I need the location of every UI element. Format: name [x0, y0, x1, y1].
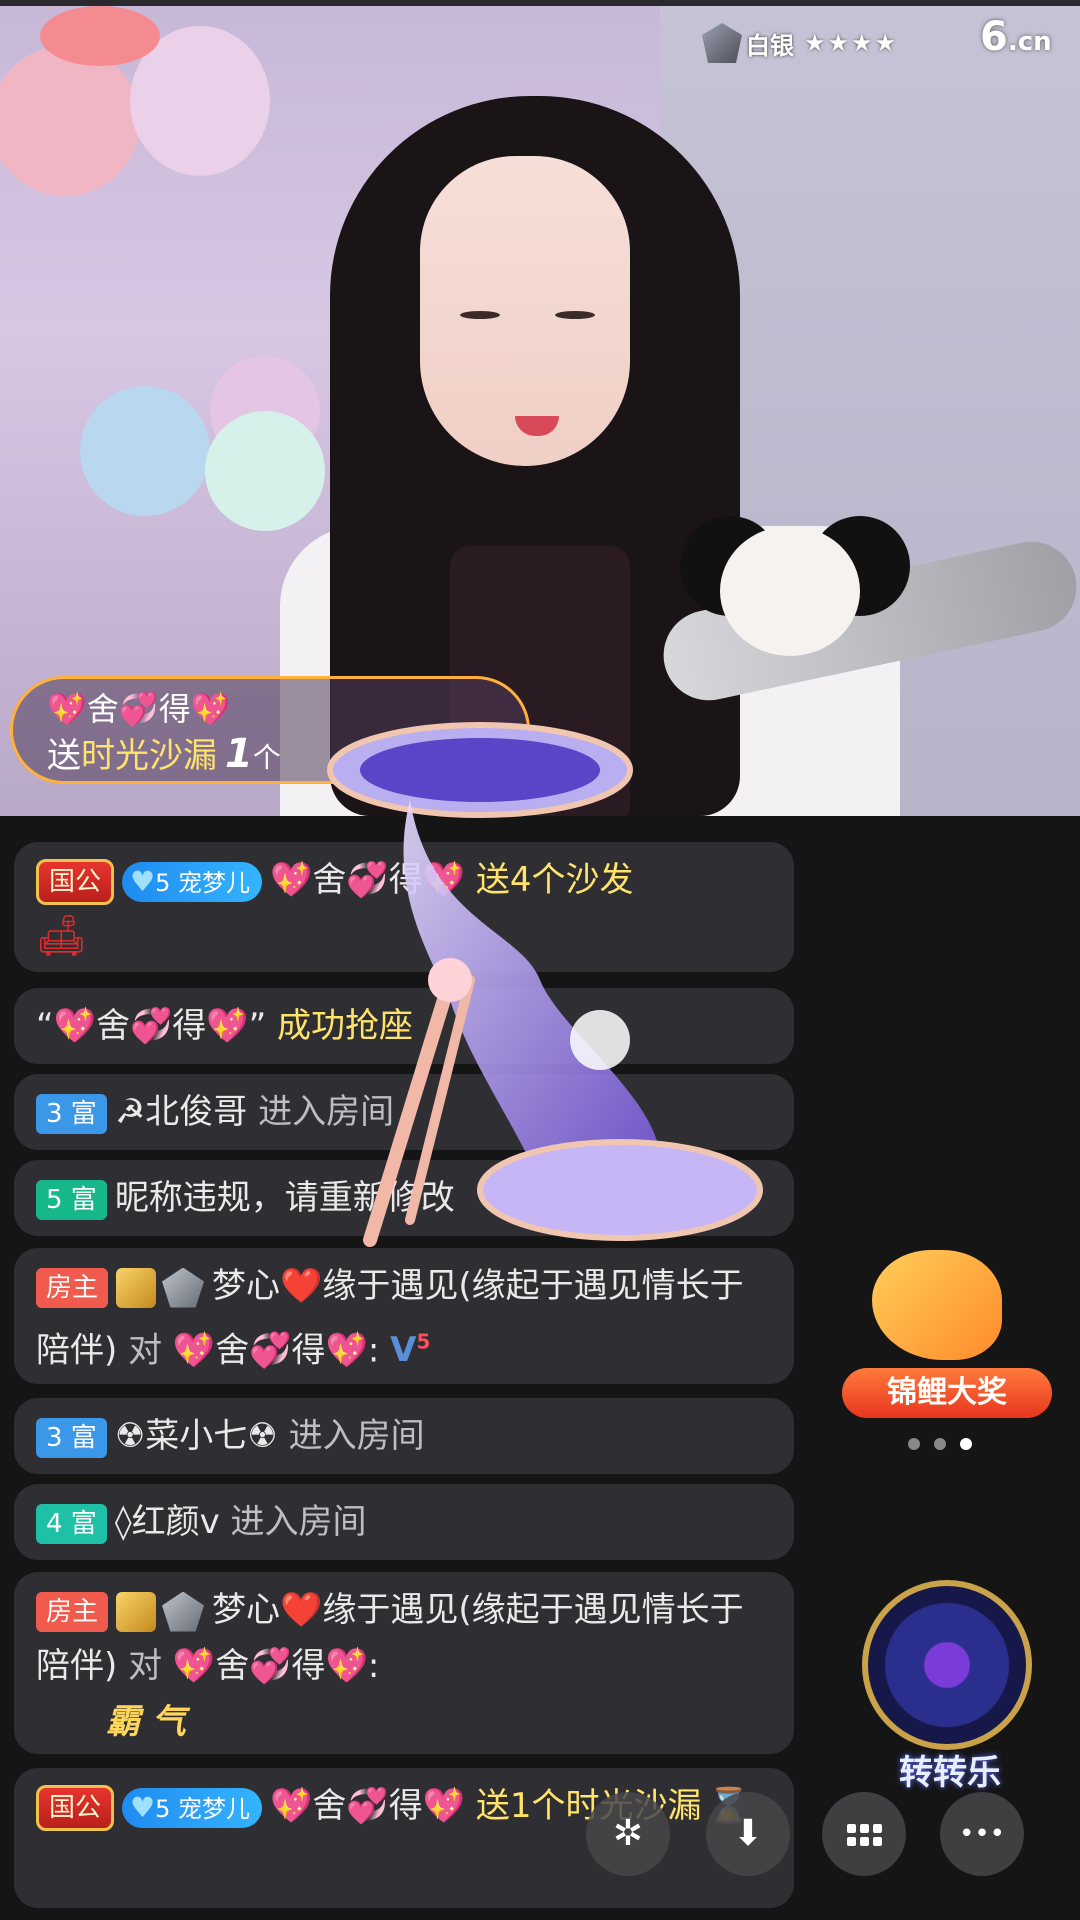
wealth-badge: 3 富 — [36, 1093, 107, 1134]
pager-dot — [934, 1438, 946, 1450]
download-icon: ⬇ — [732, 1813, 764, 1854]
chat-user[interactable]: 💖舍💞得💖 — [270, 860, 465, 900]
balloon — [205, 411, 325, 531]
site-logo: 6.cn — [980, 14, 1052, 60]
balloon — [0, 46, 140, 196]
more-icon: ••• — [958, 1819, 1005, 1849]
chat-sub-text: 霸 气 — [106, 1702, 186, 1742]
chat-text: 进入房间 — [258, 1092, 395, 1132]
host-badge: 房主 — [36, 1591, 109, 1632]
eye — [460, 311, 500, 319]
fan-level: 5 — [155, 868, 171, 897]
wealth-badge: 5 富 — [36, 1179, 107, 1220]
gift-action: 送 — [47, 736, 81, 776]
share-icon: ✲ — [612, 1813, 644, 1854]
rank-indicator[interactable]: 白银 ★★★★ — [702, 22, 898, 64]
gift-unit: 个 — [252, 741, 281, 774]
gift-line: 送时光沙漏 1个 — [47, 731, 493, 781]
noble-badge: 国公 — [36, 1784, 115, 1831]
balloon — [80, 386, 210, 516]
fan-name: 宠梦儿 — [178, 1794, 251, 1823]
share-button[interactable]: ✲ — [586, 1792, 670, 1876]
sofa-icon: 🛋 — [36, 913, 87, 959]
promo-pager — [908, 1438, 972, 1450]
chat-message: 国公 ♥5 宠梦儿 💖舍💞得💖 送4个沙发 🛋 — [14, 842, 794, 972]
chat-message: 5 富昵称违规，请重新修改 — [14, 1160, 794, 1236]
chat-user[interactable]: ☭北俊哥 — [115, 1092, 247, 1132]
pager-dot — [908, 1438, 920, 1450]
download-button[interactable]: ⬇ — [706, 1792, 790, 1876]
chat-text: 进入房间 — [230, 1502, 367, 1542]
eye — [555, 311, 595, 319]
chat-message: 4 富 ◊红颜v 进入房间 — [14, 1484, 794, 1560]
chat-message: 房主 梦心❤️缘于遇见(缘起于遇见情长于陪伴) 对 💖舍💞得💖: V5 — [14, 1248, 794, 1384]
chat-target[interactable]: 💖舍💞得💖: — [173, 1646, 379, 1686]
silver-rank-icon — [162, 1591, 205, 1632]
heart-icon: ♥ — [130, 864, 156, 898]
koi-prize-promo[interactable]: 锦鲤大奖 — [842, 1250, 1052, 1420]
silver-rank-icon — [162, 1267, 205, 1308]
chat-message: 国公♥5 宠梦儿💖舍💞得💖 送1个时光沙漏⌛ — [14, 1768, 794, 1908]
chat-target[interactable]: 💖舍💞得💖: — [173, 1330, 379, 1370]
chat-message: 3 富 ☭北俊哥 进入房间 — [14, 1074, 794, 1150]
chat-message: 3 富 ☢菜小七☢ 进入房间 — [14, 1398, 794, 1474]
heart-icon: ♥ — [130, 1790, 156, 1824]
wealth-badge: 3 富 — [36, 1417, 107, 1458]
chat-to: 对 — [128, 1646, 163, 1686]
gift-sender: 💖舍💞得💖 — [47, 690, 231, 728]
chat-message: 房主 梦心❤️缘于遇见(缘起于遇见情长于陪伴) 对 💖舍💞得💖: 霸 气 — [14, 1572, 794, 1754]
logo-main: 6 — [980, 14, 1008, 60]
chat-to: 对 — [128, 1330, 163, 1371]
logo-sub: .cn — [1007, 27, 1052, 57]
chat-user[interactable]: ☢菜小七☢ — [115, 1416, 278, 1456]
chat-text: 送4个沙发 — [475, 860, 634, 900]
vip-level: 5 — [416, 1330, 431, 1354]
gift-name: 时光沙漏 — [81, 736, 217, 776]
koi-fish-icon — [872, 1250, 1002, 1360]
rank-label: 白银 — [746, 31, 794, 60]
koi-label: 锦鲤大奖 — [842, 1368, 1052, 1418]
more-button[interactable]: ••• — [940, 1792, 1024, 1876]
noble-badge: 国公 — [36, 858, 115, 905]
apps-button[interactable] — [822, 1792, 906, 1876]
fan-level: 5 — [155, 1794, 171, 1823]
gift-count: 1 — [225, 731, 253, 777]
silver-rank-icon — [702, 23, 742, 63]
gift-banner: 💖舍💞得💖 送时光沙漏 1个 — [10, 676, 530, 784]
chat-text: 成功抢座 — [277, 1006, 414, 1046]
rank-stars: ★★★★ — [804, 29, 899, 57]
grid-icon — [846, 1824, 882, 1846]
fan-badge: ♥5 宠梦儿 — [122, 1787, 263, 1828]
host-badge: 房主 — [36, 1267, 109, 1308]
plush-toy — [720, 526, 860, 656]
chat-message: “💖舍💞得💖” 成功抢座 — [14, 988, 794, 1064]
chat-text: 进入房间 — [288, 1416, 425, 1456]
vip-badge: V5 — [390, 1330, 431, 1371]
chat-user[interactable]: “💖舍💞得💖” — [36, 1006, 266, 1046]
gold-medal-icon — [116, 1267, 157, 1308]
pager-dot-active — [960, 1438, 972, 1450]
wheel-label: 转转乐 — [899, 1753, 1001, 1793]
balloon — [40, 6, 160, 66]
spin-wheel-icon[interactable] — [862, 1580, 1032, 1750]
chat-user[interactable]: ◊红颜v — [115, 1502, 220, 1542]
chat-text: 昵称违规，请重新修改 — [114, 1178, 455, 1218]
fan-name: 宠梦儿 — [178, 868, 251, 897]
fan-badge: ♥5 宠梦儿 — [122, 861, 263, 902]
wealth-badge: 4 富 — [36, 1503, 107, 1544]
chat-user[interactable]: 💖舍💞得💖 — [270, 1786, 465, 1826]
gold-medal-icon — [116, 1591, 157, 1632]
